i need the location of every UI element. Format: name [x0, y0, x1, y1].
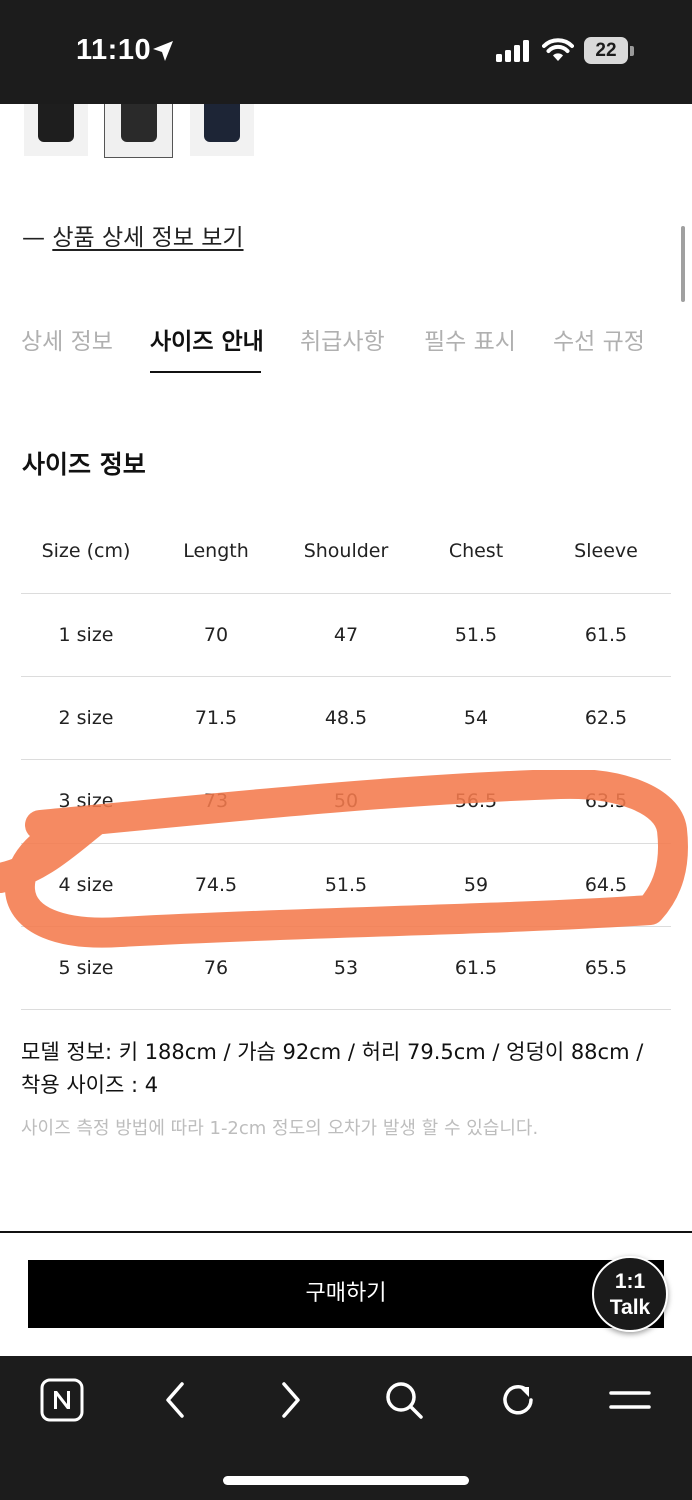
status-bar: 11:10 22	[0, 0, 692, 104]
tab-care-instructions[interactable]: 취급사항	[300, 322, 385, 356]
back-icon[interactable]	[154, 1378, 198, 1422]
table-row: 5 size 76 53 61.5 65.5	[21, 926, 671, 1011]
tab-detail-info[interactable]: 상세 정보	[21, 322, 113, 356]
table-cell: 54	[411, 675, 541, 760]
product-detail-link[interactable]: — 상품 상세 정보 보기	[22, 218, 244, 252]
table-cell: 65.5	[541, 926, 671, 1011]
detail-link-prefix: —	[22, 225, 53, 251]
table-cell: 1 size	[21, 592, 151, 677]
status-time: 11:10	[76, 34, 152, 66]
table-cell: 51.5	[281, 842, 411, 927]
buy-button[interactable]: 구매하기	[28, 1260, 664, 1328]
table-cell: 74.5	[151, 842, 281, 927]
scrollbar[interactable]	[681, 226, 685, 302]
divider	[0, 1231, 692, 1233]
tab-size-guide[interactable]: 사이즈 안내	[150, 322, 264, 356]
model-info-line1: 모델 정보: 키 188cm / 가슴 92cm / 허리 79.5cm / 엉…	[21, 1040, 644, 1064]
table-cell: 76	[151, 926, 281, 1011]
search-icon[interactable]	[382, 1378, 426, 1422]
size-table: Size (cm) Length Shoulder Chest Sleeve 1…	[21, 510, 671, 1011]
detail-link-label: 상품 상세 정보 보기	[52, 225, 244, 251]
table-cell: 70	[151, 592, 281, 677]
cellular-signal-icon	[496, 40, 529, 62]
table-row: 4 size 74.5 51.5 59 64.5	[21, 842, 671, 927]
header-chest: Chest	[448, 540, 504, 563]
tab-repair-policy[interactable]: 수선 규정	[553, 322, 645, 356]
talk-line2: Talk	[609, 1296, 651, 1319]
talk-line1: 1:1	[614, 1270, 646, 1293]
table-cell: 50	[281, 759, 411, 844]
talk-chat-button[interactable]: 1:1 Talk	[592, 1256, 668, 1332]
location-arrow-icon	[153, 41, 173, 61]
model-info: 모델 정보: 키 188cm / 가슴 92cm / 허리 79.5cm / 엉…	[21, 1036, 671, 1102]
wifi-icon	[542, 38, 574, 61]
table-cell: 4 size	[21, 842, 151, 927]
table-cell: 63.5	[541, 759, 671, 844]
table-cell: 73	[151, 759, 281, 844]
table-cell: 61.5	[541, 592, 671, 677]
table-cell: 61.5	[411, 926, 541, 1011]
battery-icon: 22	[584, 37, 628, 64]
header-shoulder: Shoulder	[303, 540, 389, 563]
battery-cap	[630, 46, 634, 56]
table-cell: 48.5	[281, 675, 411, 760]
header-size: Size (cm)	[41, 540, 131, 563]
header-sleeve: Sleeve	[574, 540, 638, 563]
naver-icon[interactable]	[40, 1378, 84, 1422]
table-header-row: Size (cm) Length Shoulder Chest Sleeve	[21, 510, 671, 593]
forward-icon[interactable]	[268, 1378, 312, 1422]
table-cell: 59	[411, 842, 541, 927]
refresh-icon[interactable]	[496, 1378, 540, 1422]
table-row: 3 size 73 50 56.5 63.5	[21, 759, 671, 844]
model-info-line2: 착용 사이즈 : 4	[21, 1073, 159, 1097]
table-cell: 51.5	[411, 592, 541, 677]
info-tabs: 상세 정보 사이즈 안내 취급사항 필수 표시 수선 규정	[0, 322, 692, 374]
home-indicator[interactable]	[223, 1476, 469, 1485]
section-title: 사이즈 정보	[22, 450, 146, 479]
table-cell: 5 size	[21, 926, 151, 1011]
table-row: 1 size 70 47 51.5 61.5	[21, 592, 671, 677]
table-cell: 47	[281, 592, 411, 677]
table-cell: 53	[281, 926, 411, 1011]
table-cell: 56.5	[411, 759, 541, 844]
color-thumbnail-navy[interactable]	[190, 104, 254, 156]
header-length: Length	[183, 540, 249, 563]
table-cell: 62.5	[541, 675, 671, 760]
table-cell: 71.5	[151, 675, 281, 760]
table-row: 2 size 71.5 48.5 54 62.5	[21, 675, 671, 760]
tab-required-labels[interactable]: 필수 표시	[424, 322, 516, 356]
color-thumbnail-charcoal[interactable]	[104, 104, 173, 158]
table-cell: 3 size	[21, 759, 151, 844]
active-tab-underline	[150, 371, 261, 373]
table-cell: 64.5	[541, 842, 671, 927]
menu-icon[interactable]	[608, 1378, 652, 1422]
table-cell: 2 size	[21, 675, 151, 760]
measurement-note: 사이즈 측정 방법에 따라 1-2cm 정도의 오차가 발생 할 수 있습니다.	[21, 1118, 539, 1139]
color-thumbnail-black[interactable]	[24, 104, 88, 156]
